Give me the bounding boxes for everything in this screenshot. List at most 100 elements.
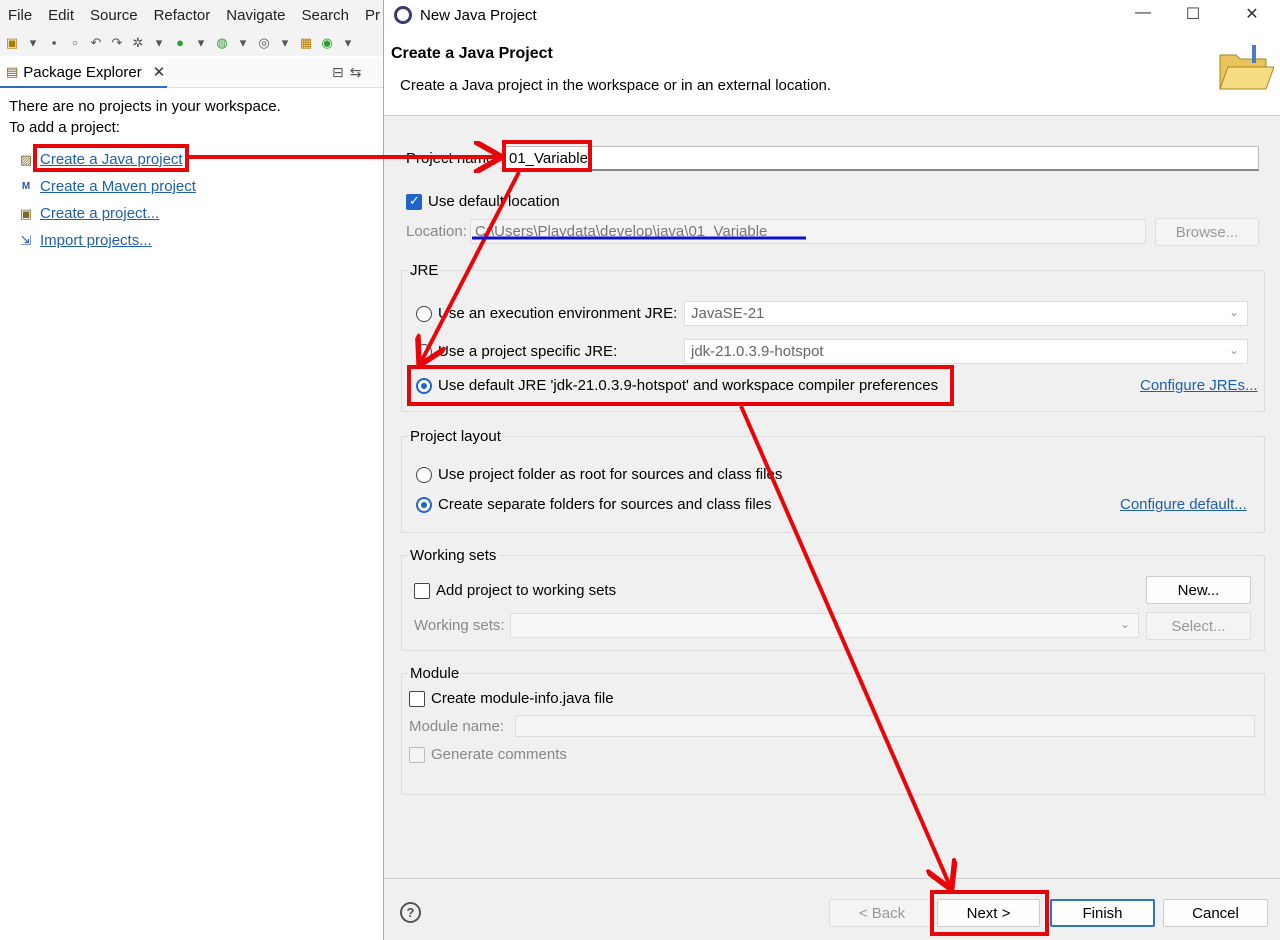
default-jre-radio[interactable]	[416, 377, 432, 394]
project-layout-group	[401, 436, 1265, 533]
module-info-row: Create module-info.java file	[409, 690, 614, 707]
working-sets-label: Working sets:	[414, 617, 505, 634]
footer-separator	[384, 878, 1280, 879]
exec-env-value: JavaSE-21	[691, 305, 765, 322]
link-row: ▨ Create a Java project	[18, 146, 196, 173]
specific-jre-radio[interactable]	[416, 343, 432, 360]
new-working-set-button[interactable]: New...	[1146, 576, 1251, 604]
jre-default-row: Use default JRE 'jdk-21.0.3.9-hotspot' a…	[416, 377, 938, 394]
menu-source[interactable]: Source	[82, 7, 146, 24]
eclipse-icon	[394, 6, 412, 24]
layout-root-radio[interactable]	[416, 466, 432, 483]
minimize-icon[interactable]: —	[1128, 4, 1158, 26]
dropdown-icon[interactable]: ▾	[235, 35, 251, 51]
package-icon[interactable]: ▦	[298, 35, 314, 51]
back-button[interactable]: < Back	[829, 899, 935, 927]
use-default-location-checkbox[interactable]	[406, 193, 422, 210]
java-project-icon: ▨	[19, 151, 33, 167]
layout-root-label: Use project folder as root for sources a…	[438, 466, 783, 483]
help-icon[interactable]: ?	[400, 902, 421, 923]
dropdown-icon[interactable]: ▾	[340, 35, 356, 51]
project-name-label: Project name:	[406, 150, 499, 167]
empty-line-2: To add a project:	[9, 119, 120, 136]
cancel-button[interactable]: Cancel	[1163, 899, 1268, 927]
add-project-links: ▨ Create a Java project M Create a Maven…	[18, 146, 196, 254]
add-working-sets-checkbox[interactable]	[414, 582, 430, 599]
dropdown-icon[interactable]: ▾	[193, 35, 209, 51]
jre-exec-env-row: Use an execution environment JRE:	[416, 305, 677, 322]
save-icon[interactable]: ▪	[46, 35, 62, 51]
generate-comments-label: Generate comments	[431, 746, 567, 763]
redo-icon[interactable]: ↷	[109, 35, 125, 51]
project-name-input[interactable]: 01_Variable	[504, 146, 1259, 171]
select-working-set-button[interactable]: Select...	[1146, 612, 1251, 640]
working-sets-combo[interactable]: ⌄	[510, 613, 1139, 638]
use-default-location-label: Use default location	[428, 193, 560, 210]
specific-jre-combo[interactable]: jdk-21.0.3.9-hotspot ⌄	[684, 339, 1248, 364]
chevron-down-icon: ⌄	[1228, 305, 1239, 319]
project-name-value: 01_Variable	[509, 149, 588, 167]
collapse-all-icon[interactable]: ⊟	[332, 64, 344, 81]
working-sets-label-row: Working sets:	[414, 617, 505, 634]
module-title: Module	[408, 665, 462, 682]
configure-jres-link[interactable]: Configure JREs...	[1140, 377, 1258, 394]
generate-comments-checkbox[interactable]	[409, 746, 425, 763]
create-project-link[interactable]: Create a project...	[40, 205, 159, 222]
menu-navigate[interactable]: Navigate	[218, 7, 293, 24]
configure-default-link[interactable]: Configure default...	[1120, 496, 1247, 513]
maven-icon: M	[21, 181, 31, 192]
module-name-input[interactable]	[515, 715, 1255, 737]
configure-default-row: Configure default...	[1120, 496, 1247, 513]
dropdown-icon[interactable]: ▾	[25, 35, 41, 51]
menu-edit[interactable]: Edit	[40, 7, 82, 24]
create-module-info-checkbox[interactable]	[409, 690, 425, 707]
menu-search[interactable]: Search	[293, 7, 357, 24]
import-projects-link[interactable]: Import projects...	[40, 232, 152, 249]
wizard-description: Create a Java project in the workspace o…	[400, 77, 832, 94]
package-explorer-icon: ▤	[6, 64, 19, 79]
tab-label: Package Explorer	[23, 63, 142, 81]
location-value: C:\Users\Playdata\develop\java\01_Variab…	[475, 223, 768, 240]
chevron-down-icon: ⌄	[1228, 343, 1239, 357]
next-button[interactable]: Next >	[937, 899, 1040, 927]
location-label-row: Location:	[406, 223, 467, 240]
exec-env-label: Use an execution environment JRE:	[438, 305, 678, 322]
browse-button[interactable]: Browse...	[1155, 218, 1259, 246]
exec-env-combo[interactable]: JavaSE-21 ⌄	[684, 301, 1248, 326]
import-icon: ⇲	[20, 232, 32, 248]
new-icon[interactable]: ▣	[4, 35, 20, 51]
link-row: ⇲ Import projects...	[18, 227, 196, 254]
maximize-icon[interactable]: ☐	[1178, 4, 1208, 26]
main-toolbar: ▣ ▾ ▪ ▫ ↶ ↷ ✲ ▾ ● ▾ ◍ ▾ ◎ ▾ ▦ ◉ ▾	[0, 30, 383, 56]
finish-button[interactable]: Finish	[1050, 899, 1155, 927]
layout-root-row: Use project folder as root for sources a…	[416, 466, 782, 483]
create-java-project-link[interactable]: Create a Java project	[40, 151, 183, 168]
exec-env-radio[interactable]	[416, 305, 432, 322]
empty-line-1: There are no projects in your workspace.	[9, 98, 281, 115]
dialog-titlebar: New Java Project — ☐ ✕	[384, 0, 1280, 30]
create-maven-project-link[interactable]: Create a Maven project	[40, 178, 196, 195]
close-icon[interactable]: ✕	[1237, 4, 1267, 26]
dropdown-icon[interactable]: ▾	[151, 35, 167, 51]
save-all-icon[interactable]: ▫	[67, 35, 83, 51]
view-toolbar: ⊟ ⇆	[332, 64, 361, 81]
tab-package-explorer[interactable]: ▤ Package Explorer ✕	[0, 58, 167, 88]
location-input[interactable]: C:\Users\Playdata\develop\java\01_Variab…	[470, 219, 1146, 244]
dropdown-icon[interactable]: ▾	[277, 35, 293, 51]
run-icon[interactable]: ●	[172, 35, 188, 51]
default-location-row: Use default location	[406, 193, 560, 210]
folder-icon	[1219, 45, 1274, 90]
new-project-icon: ▣	[19, 205, 33, 221]
layout-separate-radio[interactable]	[416, 496, 432, 513]
eclipse-ide: File Edit Source Refactor Navigate Searc…	[0, 0, 383, 940]
generate-comments-row: Generate comments	[409, 746, 567, 763]
external-tools-icon[interactable]: ◎	[256, 35, 272, 51]
menu-file[interactable]: File	[0, 7, 40, 24]
menu-refactor[interactable]: Refactor	[146, 7, 219, 24]
link-editor-icon[interactable]: ⇆	[350, 64, 362, 81]
undo-icon[interactable]: ↶	[88, 35, 104, 51]
coverage-icon[interactable]: ◍	[214, 35, 230, 51]
debug-icon[interactable]: ✲	[130, 35, 146, 51]
new-class-icon[interactable]: ◉	[319, 35, 335, 51]
close-icon[interactable]: ✕	[153, 63, 166, 81]
